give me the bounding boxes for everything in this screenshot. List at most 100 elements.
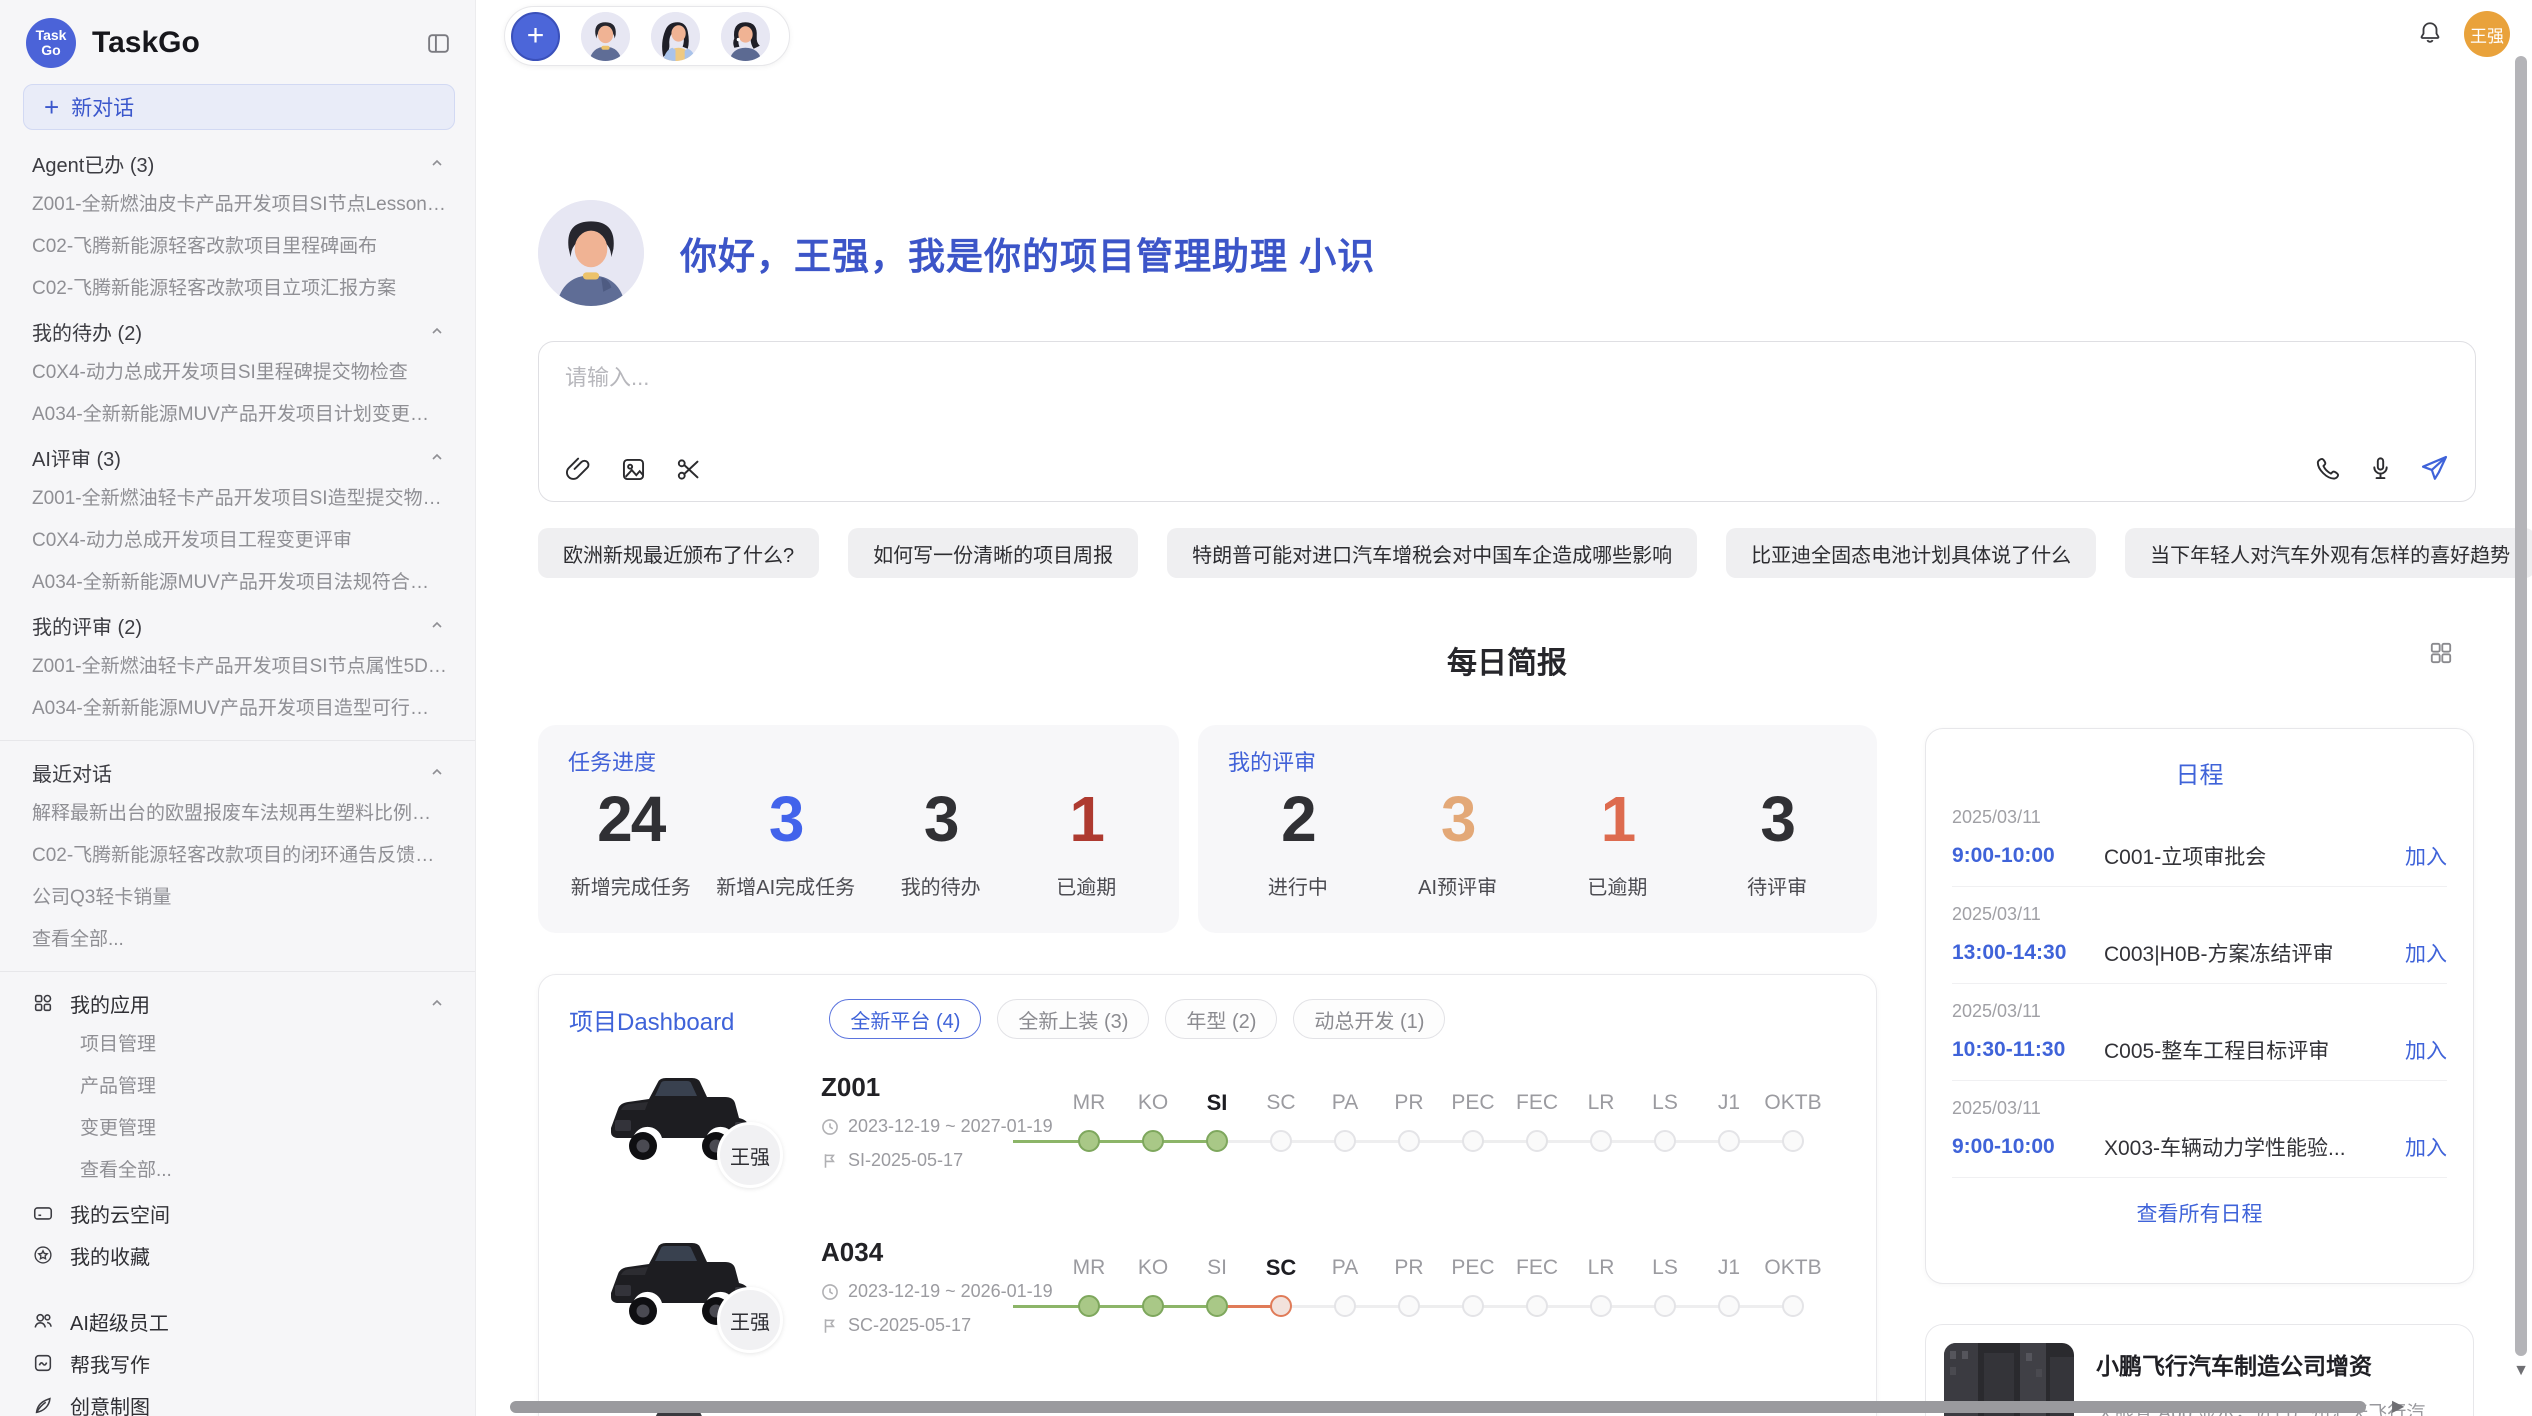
- sidebar-item[interactable]: Z001-全新燃油皮卡产品开发项目SI节点Lesson Learn报告: [0, 184, 475, 226]
- project-flag-date: SI-2025-05-17: [821, 1150, 1053, 1171]
- microphone-icon[interactable]: [2367, 455, 2394, 482]
- apps-grid-icon: [32, 992, 54, 1014]
- sidebar-item-product-mgmt[interactable]: 产品管理: [0, 1066, 475, 1108]
- sidebar-item[interactable]: Z001-全新燃油轻卡产品开发项目SI造型提交物评审: [0, 478, 475, 520]
- recent-chat-item[interactable]: 解释最新出台的欧盟报废车法规再生塑料比例被调至15%...: [0, 793, 475, 835]
- project-name: A034: [821, 1237, 1053, 1268]
- user-avatar[interactable]: 王强: [2464, 11, 2510, 57]
- sidebar-item-my-apps[interactable]: 我的应用: [0, 982, 475, 1024]
- agent-avatar-3[interactable]: [721, 12, 770, 61]
- sidebar-item[interactable]: A034-全新新能源MUV产品开发项目计划变更表编写: [0, 394, 475, 436]
- plus-icon: +: [44, 92, 59, 123]
- stat-pending-review: 3待评审: [1717, 783, 1837, 900]
- section-recent-chats[interactable]: 最近对话: [0, 751, 475, 793]
- sidebar-item[interactable]: C0X4-动力总成开发项目SI里程碑提交物检查: [0, 352, 475, 394]
- sidebar-item[interactable]: C0X4-动力总成开发项目工程变更评审: [0, 520, 475, 562]
- schedule-card: 日程 2025/03/11 9:00-10:00 C001-立项审批会 加入 2…: [1925, 728, 2474, 1284]
- new-chat-button[interactable]: + 新对话: [23, 84, 455, 130]
- suggestion-chip[interactable]: 欧洲新规最近颁布了什么?: [538, 528, 819, 578]
- suggestion-chip[interactable]: 当下年轻人对汽车外观有怎样的喜好趋势: [2125, 528, 2532, 578]
- sidebar-item[interactable]: A034-全新新能源MUV产品开发项目造型可行性评审: [0, 688, 475, 730]
- milestone-timeline: MR KO SI SC PA PR PEC FEC LR LS J1 OKTB: [1057, 1090, 1825, 1152]
- project-info: Z001 2023-12-19 ~ 2027-01-19 SI-2025-05-…: [821, 1072, 1053, 1171]
- sidebar-item-favorites[interactable]: 我的收藏: [0, 1234, 475, 1276]
- schedule-time: 10:30-11:30: [1952, 1038, 2104, 1062]
- send-icon[interactable]: [2420, 454, 2449, 483]
- chevron-up-icon: [429, 764, 445, 780]
- sidebar-item[interactable]: C02-飞腾新能源轻客改款项目里程碑画布: [0, 226, 475, 268]
- scroll-right-arrow[interactable]: ▶: [2392, 1396, 2404, 1416]
- view-all-schedule-link[interactable]: 查看所有日程: [1952, 1178, 2447, 1248]
- sidebar-item[interactable]: C02-飞腾新能源轻客改款项目立项汇报方案: [0, 268, 475, 310]
- dashboard-tabs: 全新平台 (4) 全新上装 (3) 年型 (2) 动总开发 (1): [829, 999, 1445, 1039]
- scissors-icon[interactable]: [675, 456, 702, 483]
- section-agent-done[interactable]: Agent已办 (3): [0, 142, 475, 184]
- apps-view-all[interactable]: 查看全部...: [0, 1150, 475, 1192]
- suggestion-chips: 欧洲新规最近颁布了什么? 如何写一份清晰的项目周报 特朗普可能对进口汽车增税会对…: [538, 528, 2532, 578]
- join-link[interactable]: 加入: [2405, 841, 2447, 871]
- suggestion-chip[interactable]: 如何写一份清晰的项目周报: [848, 528, 1138, 578]
- sidebar-header: Task Go TaskGo: [0, 0, 475, 78]
- sidebar-item[interactable]: A034-全新新能源MUV产品开发项目法规符合性评审: [0, 562, 475, 604]
- flag-icon: [821, 1317, 839, 1335]
- sidebar-item-cloud-space[interactable]: 我的云空间: [0, 1192, 475, 1234]
- star-badge-icon: [32, 1244, 54, 1266]
- join-link[interactable]: 加入: [2405, 1035, 2447, 1065]
- suggestion-chip[interactable]: 比亚迪全固态电池计划具体说了什么: [1726, 528, 2096, 578]
- schedule-event-title: C003|H0B-方案冻结评审: [2104, 938, 2391, 968]
- chat-input[interactable]: [565, 360, 2445, 432]
- sidebar-item-help-me-write[interactable]: 帮我写作: [0, 1342, 475, 1384]
- collapse-sidebar-icon[interactable]: [426, 31, 451, 56]
- sidebar-item-creative-drawing[interactable]: 创意制图: [0, 1384, 475, 1416]
- horizontal-scrollbar[interactable]: [510, 1401, 2366, 1413]
- sidebar: Task Go TaskGo + 新对话 Agent已办 (3) Z001-全新…: [0, 0, 476, 1416]
- greeting: 你好，王强，我是你的项目管理助理 小识: [538, 200, 1375, 306]
- tab-model-year[interactable]: 年型 (2): [1165, 999, 1277, 1039]
- sidebar-tools: AI超级员工 帮我写作 创意制图: [0, 1300, 475, 1416]
- sidebar-item[interactable]: Z001-全新燃油轻卡产品开发项目SI节点属性5D文件评审: [0, 646, 475, 688]
- tab-new-platform[interactable]: 全新平台 (4): [829, 999, 981, 1039]
- attachment-icon[interactable]: [565, 456, 592, 483]
- schedule-item: 2025/03/11 10:30-11:30 C005-整车工程目标评审 加入: [1952, 984, 2447, 1081]
- recent-chat-item[interactable]: C02-飞腾新能源轻客改款项目的闭环通告反馈情况: [0, 835, 475, 877]
- tab-new-body[interactable]: 全新上装 (3): [997, 999, 1149, 1039]
- section-ai-review[interactable]: AI评审 (3): [0, 436, 475, 478]
- scroll-down-arrow[interactable]: ▼: [2513, 1362, 2529, 1380]
- layout-grid-icon[interactable]: [2428, 640, 2454, 666]
- vertical-scrollbar[interactable]: [2515, 56, 2527, 1356]
- agent-avatar-1[interactable]: [581, 12, 630, 61]
- agent-avatar-2[interactable]: [651, 12, 700, 61]
- image-icon[interactable]: [620, 456, 647, 483]
- clock-icon: [821, 1283, 839, 1301]
- sidebar-item-project-mgmt[interactable]: 项目管理: [0, 1024, 475, 1066]
- milestone: OKTB: [1761, 1255, 1825, 1317]
- recent-view-all[interactable]: 查看全部...: [0, 919, 475, 961]
- cloud-drive-icon: [32, 1202, 54, 1224]
- task-progress-title: 任务进度: [568, 745, 656, 777]
- write-doc-icon: [32, 1352, 54, 1374]
- sidebar-item-change-mgmt[interactable]: 变更管理: [0, 1108, 475, 1150]
- agent-avatar-pill: +: [504, 6, 790, 66]
- clock-icon: [821, 1118, 839, 1136]
- user-name: 王强: [2470, 22, 2504, 47]
- add-agent-button[interactable]: +: [511, 12, 560, 61]
- tab-powertrain[interactable]: 动总开发 (1): [1293, 999, 1445, 1039]
- sidebar-item-ai-super-staff[interactable]: AI超级员工: [0, 1300, 475, 1342]
- recent-chat-item[interactable]: 公司Q3轻卡销量: [0, 877, 475, 919]
- project-row-z001[interactable]: 王强 Z001 2023-12-19 ~ 2027-01-19 SI-2025-…: [539, 1064, 1876, 1229]
- main-area: + 王强 你好，王强，我是你的项目管理助理 小识: [476, 0, 2532, 1416]
- project-info: A034 2023-12-19 ~ 2026-01-19 SC-2025-05-…: [821, 1237, 1053, 1336]
- taskgo-logo: Task Go: [26, 18, 76, 68]
- join-link[interactable]: 加入: [2405, 1132, 2447, 1162]
- section-my-todo[interactable]: 我的待办 (2): [0, 310, 475, 352]
- section-my-review[interactable]: 我的评审 (2): [0, 604, 475, 646]
- task-progress-stats: 24新增完成任务 3新增AI完成任务 3我的待办 1已逾期: [558, 783, 1159, 900]
- notification-bell-icon[interactable]: [2417, 20, 2443, 46]
- logo-text-top: Task: [36, 28, 67, 43]
- schedule-date: 2025/03/11: [1952, 1098, 2447, 1119]
- chevron-up-icon: [429, 617, 445, 633]
- project-row-a034[interactable]: 王强 A034 2023-12-19 ~ 2026-01-19 SC-2025-…: [539, 1229, 1876, 1394]
- join-link[interactable]: 加入: [2405, 938, 2447, 968]
- suggestion-chip[interactable]: 特朗普可能对进口汽车增税会对中国车企造成哪些影响: [1167, 528, 1697, 578]
- phone-call-icon[interactable]: [2314, 455, 2341, 482]
